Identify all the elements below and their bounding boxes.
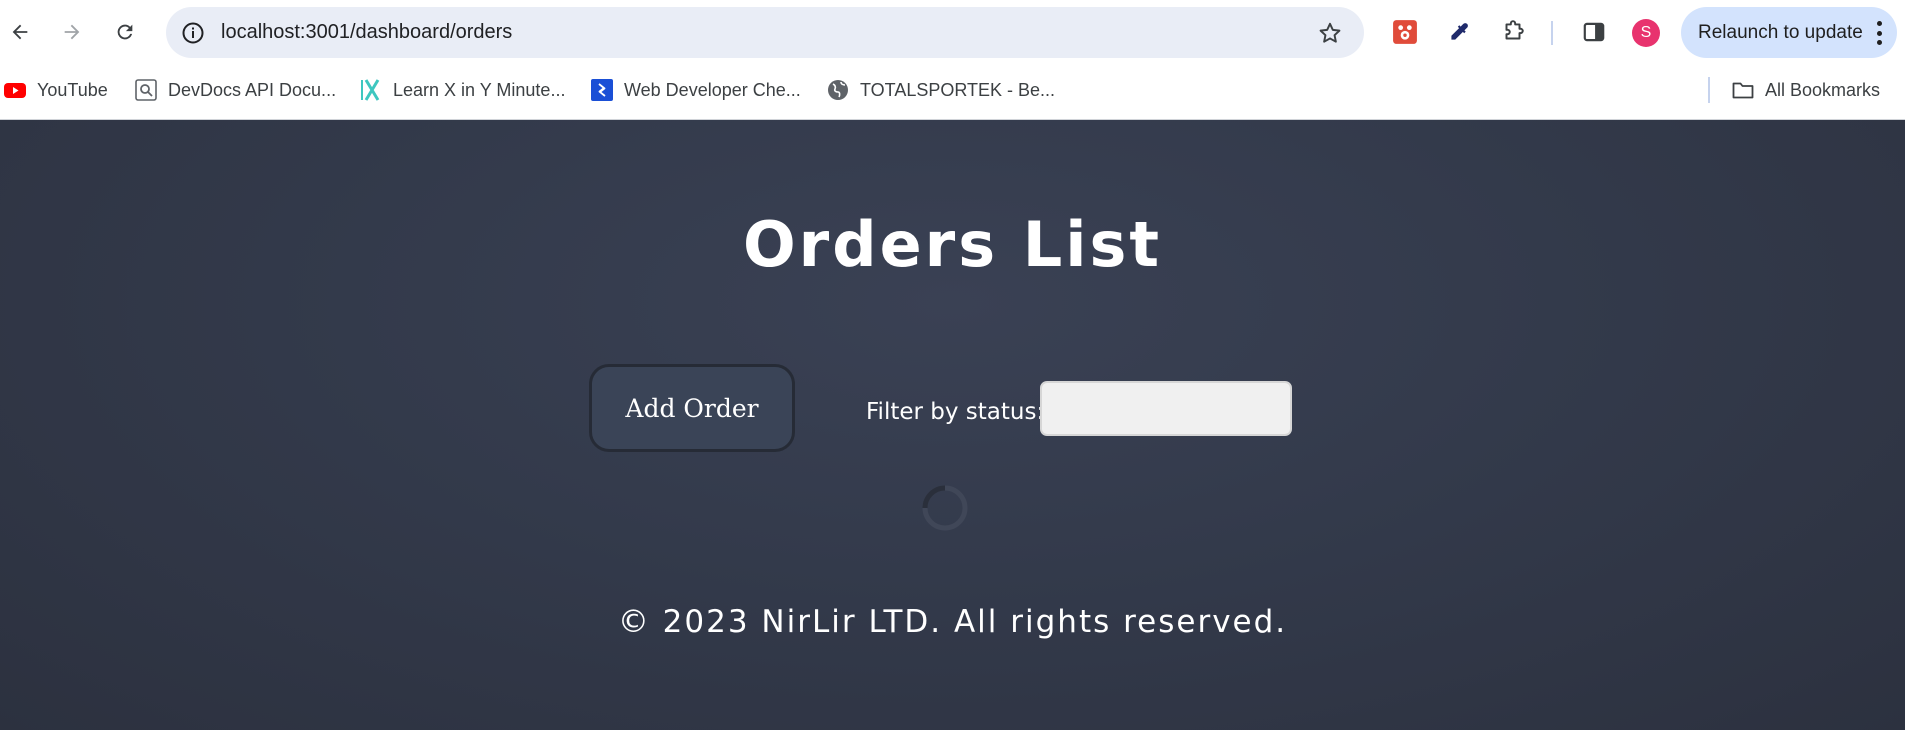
bookmarks-bar: YouTube DevDocs API Docu... Learn X in Y… — [0, 64, 1905, 120]
filter-status-input[interactable] — [1040, 381, 1292, 436]
bookmark-youtube[interactable]: YouTube — [3, 76, 108, 104]
footer-copyright: © 2023 NirLir LTD. All rights reserved. — [617, 604, 1288, 640]
url-text[interactable]: localhost:3001/dashboard/orders — [221, 21, 512, 44]
reload-icon — [117, 24, 133, 40]
profile-avatar[interactable]: S — [1632, 19, 1660, 47]
bookmark-devdocs[interactable]: DevDocs API Docu... — [134, 76, 336, 104]
arrow-left-icon — [12, 24, 28, 40]
all-bookmarks-label: All Bookmarks — [1765, 79, 1881, 100]
all-bookmarks-button[interactable]: All Bookmarks — [1731, 76, 1880, 104]
page-title: Orders List — [742, 208, 1163, 281]
orders-page: Orders List Add Order Filter by status: … — [0, 120, 1905, 730]
bookmark-label: Learn X in Y Minute... — [393, 79, 566, 100]
bookmark-label: Web Developer Che... — [624, 79, 801, 100]
folder-icon — [1731, 78, 1755, 102]
arrow-right-icon — [64, 24, 80, 40]
bookmark-label: DevDocs API Docu... — [168, 79, 337, 100]
bookmark-totalsportek[interactable]: TOTALSPORTEK - Be... — [826, 76, 1055, 104]
forward-button[interactable] — [54, 14, 90, 50]
bookmark-webdev[interactable]: Web Developer Che... — [590, 76, 801, 104]
globe-icon — [826, 78, 850, 102]
site-info-icon[interactable] — [180, 20, 206, 46]
bookmark-star-icon[interactable] — [1316, 19, 1344, 47]
back-button[interactable] — [2, 14, 38, 50]
loading-spinner-icon — [922, 485, 968, 531]
address-bar[interactable]: localhost:3001/dashboard/orders — [166, 7, 1364, 58]
learnx-icon — [359, 78, 383, 102]
relaunch-label: Relaunch to update — [1698, 22, 1863, 43]
devdocs-icon — [134, 78, 158, 102]
browser-toolbar: localhost:3001/dashboard/orders S Relaun… — [0, 0, 1905, 64]
bookmarks-divider — [1708, 77, 1710, 103]
webdev-icon — [590, 78, 614, 102]
bookmark-label: YouTube — [37, 79, 108, 100]
toolbar-divider — [1551, 21, 1553, 45]
youtube-icon — [3, 78, 27, 102]
eyedropper-icon[interactable] — [1443, 16, 1475, 48]
add-order-button[interactable]: Add Order — [589, 364, 795, 452]
side-panel-icon[interactable] — [1578, 16, 1610, 48]
more-menu-icon[interactable] — [1875, 21, 1883, 45]
bookmark-learnx[interactable]: Learn X in Y Minute... — [359, 76, 565, 104]
extension-pawprint-icon[interactable] — [1389, 16, 1421, 48]
bookmark-label: TOTALSPORTEK - Be... — [860, 79, 1056, 100]
reload-button[interactable] — [107, 14, 143, 50]
filter-status-label: Filter by status: — [866, 399, 1045, 425]
extensions-puzzle-icon[interactable] — [1497, 16, 1529, 48]
relaunch-button[interactable]: Relaunch to update — [1681, 7, 1897, 58]
